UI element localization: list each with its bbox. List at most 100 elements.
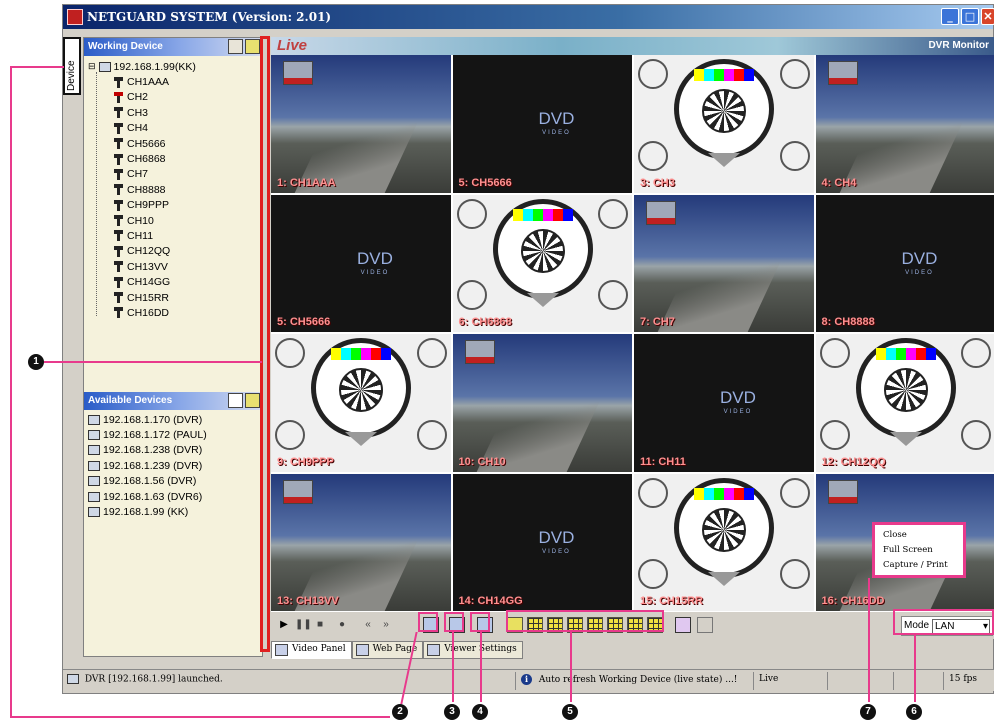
channel-item[interactable]: CH2 [114,90,196,105]
callout-number: 1 [28,354,44,370]
test-pattern-triangle [708,571,740,586]
close-button[interactable]: ✕ [981,8,994,25]
context-menu-item[interactable]: Close [883,528,963,543]
channel-label: CH2 [127,91,149,104]
channel-item[interactable]: CH10 [114,213,196,228]
channel-item[interactable]: CH4 [114,121,196,136]
video-context-menu: Close Full Screen Capture / Print [872,522,966,578]
channel-item[interactable]: CH3 [114,105,196,120]
video-cell[interactable]: DVD VIDEO 5: CH5666 [271,194,451,332]
channel-item[interactable]: CH12QQ [114,244,196,259]
camera-icon [114,76,123,88]
dvr-icon [88,445,100,456]
channel-list: CH1AAA CH2 CH3 CH4 CH5666 CH6868 CH7 CH8888 CH9P… [88,74,196,320]
device-item[interactable]: 192.168.1.172 (PAUL) [88,427,207,442]
video-cell[interactable]: DVD VIDEO 14: CH14GG [452,473,632,611]
video-cell[interactable]: DVD VIDEO 5: CH5666 [452,55,632,193]
camera-logo-icon [464,340,495,364]
device-item[interactable]: 192.168.1.238 (DVR) [88,443,207,458]
working-device-tree: ⊟ 192.168.1.99(KK) CH1AAA CH2 CH3 CH4 CH5666… [88,59,196,321]
video-cell[interactable]: 3: CH3 [634,55,814,193]
tab-video-panel[interactable]: Video Panel [271,641,352,659]
video-cell[interactable]: DVD VIDEO 8: CH8888 [815,194,994,332]
refresh-icon[interactable] [245,39,260,54]
sequence-icon[interactable] [675,617,691,633]
forward-icon[interactable]: » [379,618,393,632]
device-label: 192.168.1.170 (DVR) [103,413,203,426]
rewind-icon[interactable]: « [361,618,375,632]
collapse-icon[interactable]: ⊟ [88,61,96,72]
pause-icon[interactable]: ❚❚ [295,618,312,632]
status-state: Live [759,674,779,684]
web-page-icon [355,644,369,656]
callout-number: 5 [562,704,578,720]
context-menu-item[interactable]: Capture / Print [883,558,963,573]
channel-item[interactable]: CH8888 [114,182,196,197]
test-pattern-wheel [339,368,383,412]
available-devices-list: 192.168.1.170 (DVR) 192.168.1.172 (PAUL) 1… [88,412,207,520]
filter-icon[interactable] [228,393,243,408]
stop-icon[interactable]: ■ [313,618,327,632]
tree-root[interactable]: ⊟ 192.168.1.99(KK) [88,59,196,74]
channel-item[interactable]: CH6868 [114,151,196,166]
channel-label: CH11 [127,229,154,242]
minimize-button[interactable]: _ [941,8,959,25]
channel-item[interactable]: CH7 [114,167,196,182]
pattern-corner [638,59,668,89]
channel-item[interactable]: CH13VV [114,259,196,274]
channel-item[interactable]: CH14GG [114,274,196,289]
remove-device-icon[interactable] [228,39,243,54]
pattern-corner [779,59,810,89]
video-cell[interactable]: 7: CH7 [634,194,814,332]
video-cell[interactable]: DVD VIDEO 11: CH11 [634,334,814,472]
pattern-corner [961,419,991,450]
camera-icon [114,307,123,319]
callout-number: 7 [860,704,876,720]
refresh-devices-icon[interactable] [245,393,260,408]
channel-item[interactable]: CH5666 [114,136,196,151]
channel-overlay-label: 15: CH15RR [640,595,703,607]
channel-overlay-label: 3: CH3 [640,176,675,189]
switch-icon[interactable] [697,617,713,633]
channel-item[interactable]: CH15RR [114,290,196,305]
device-item[interactable]: 192.168.1.56 (DVR) [88,474,207,489]
device-item[interactable]: 192.168.1.63 (DVR6) [88,489,207,504]
device-side-tab[interactable]: Device [63,37,81,95]
channel-item[interactable]: CH9PPP [114,198,196,213]
test-pattern-wheel [520,228,565,273]
device-item[interactable]: 192.168.1.170 (DVR) [88,412,207,427]
channel-item[interactable]: CH1AAA [114,74,196,89]
status-bar: DVR [192.168.1.99] launched. i Auto refr… [63,669,994,691]
test-pattern-wheel [883,368,928,412]
pattern-corner [779,140,810,171]
status-divider [753,672,754,690]
dvd-sub: VIDEO [542,548,571,555]
title-bar[interactable]: NETGUARD SYSTEM (Version: 2.01) _ □ ✕ [63,5,994,29]
pattern-corner [961,338,991,368]
video-cell[interactable]: 1: CH1AAA [271,55,451,193]
camera-icon [114,292,123,304]
channel-overlay-label: 5: CH5666 [458,176,512,189]
video-cell[interactable]: 10: CH10 [452,334,632,472]
device-item[interactable]: 192.168.1.99 (KK) [88,504,207,519]
video-cell[interactable]: 13: CH13VV [271,473,451,611]
camera-icon [114,230,123,242]
context-menu-item[interactable]: Full Screen [883,543,963,558]
video-cell[interactable]: 9: CH9PPP [271,334,451,472]
channel-item[interactable]: CH11 [114,228,196,243]
video-cell[interactable]: 6: CH6868 [452,194,632,332]
channel-item[interactable]: CH16DD [114,305,196,320]
tab-viewer-settings[interactable]: Viewer Settings [423,641,523,659]
device-item[interactable]: 192.168.1.239 (DVR) [88,458,207,473]
callout-line [10,66,12,718]
working-device-title: Working Device [88,41,163,52]
device-panel: Working Device ⊟ 192.168.1.99(KK) CH1AAA… [83,37,263,657]
callout-box [418,612,438,632]
video-cell[interactable]: 15: CH15RR [634,473,814,611]
record-icon[interactable]: ● [335,618,349,632]
play-icon[interactable]: ▶ [277,618,291,632]
video-cell[interactable]: 4: CH4 [815,55,994,193]
maximize-button[interactable]: □ [961,8,979,25]
video-cell[interactable]: 12: CH12QQ [815,334,994,472]
splitter-highlight[interactable] [260,36,270,652]
